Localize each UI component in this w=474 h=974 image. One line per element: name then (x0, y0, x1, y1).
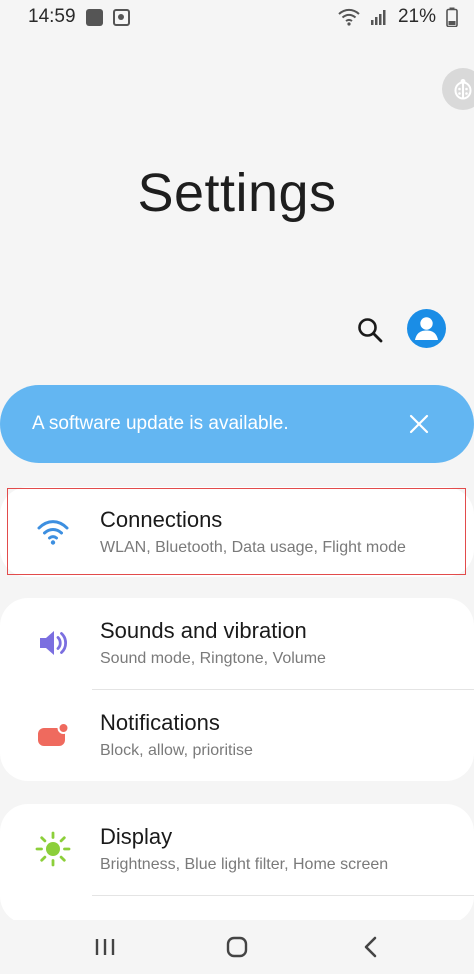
battery-percent: 21% (397, 6, 436, 27)
search-button[interactable] (352, 312, 388, 348)
bug-icon (454, 79, 472, 100)
speaker-icon (34, 624, 72, 662)
settings-screen: 14:59 21% Settings A software update is … (0, 0, 474, 974)
setting-title: Sounds and vibration (100, 618, 307, 643)
notification-icon (34, 716, 72, 754)
status-time: 14:59 (28, 6, 76, 27)
wifi-status-icon (338, 8, 360, 26)
signal-icon (370, 10, 386, 25)
settings-card-display: Display Brightness, Blue light filter, H… (0, 804, 474, 924)
setting-item-sounds[interactable]: Sounds and vibration Sound mode, Rington… (0, 598, 474, 689)
status-bar: 14:59 21% (0, 0, 474, 34)
setting-title: Notifications (100, 710, 220, 735)
recents-button[interactable] (90, 932, 120, 962)
back-icon (364, 936, 377, 958)
home-icon (226, 936, 248, 958)
back-button[interactable] (356, 932, 386, 962)
status-right: 21% (338, 6, 458, 28)
setting-text-notifications: Notifications Block, allow, prioritise (100, 710, 253, 760)
software-update-banner[interactable]: A software update is available. (0, 385, 474, 463)
setting-subtitle: Sound mode, Ringtone, Volume (100, 650, 326, 667)
status-left: 14:59 (28, 6, 130, 28)
setting-title: Connections (100, 507, 223, 532)
setting-item-notifications[interactable]: Notifications Block, allow, prioritise (0, 690, 474, 781)
screenshot-notification-icon (112, 8, 130, 26)
settings-card-sounds-notifications: Sounds and vibration Sound mode, Rington… (0, 598, 474, 781)
recents-icon (95, 939, 115, 955)
setting-subtitle: WLAN, Bluetooth, Data usage, Flight mode (100, 539, 406, 556)
setting-item-display[interactable]: Display Brightness, Blue light filter, H… (0, 804, 474, 895)
setting-text-sounds: Sounds and vibration Sound mode, Rington… (100, 618, 326, 668)
setting-item-connections[interactable]: Connections WLAN, Bluetooth, Data usage,… (0, 487, 474, 577)
floating-helper-button[interactable] (442, 68, 474, 110)
setting-subtitle: Block, allow, prioritise (100, 742, 253, 759)
search-icon (358, 318, 383, 343)
setting-subtitle: Brightness, Blue light filter, Home scre… (100, 856, 389, 873)
profile-button[interactable] (407, 309, 446, 348)
settings-card-connections: Connections WLAN, Bluetooth, Data usage,… (0, 487, 474, 577)
setting-title: Display (100, 824, 173, 849)
banner-close-button[interactable] (404, 409, 434, 439)
divider (92, 895, 474, 896)
wifi-icon (34, 513, 72, 551)
navigation-bar (0, 920, 474, 974)
account-icon (415, 317, 438, 340)
page-title: Settings (137, 163, 337, 223)
setting-text-display: Display Brightness, Blue light filter, H… (100, 824, 388, 874)
setting-text-connections: Connections WLAN, Bluetooth, Data usage,… (100, 507, 406, 557)
close-icon (409, 414, 429, 434)
notification-app-icon (85, 8, 103, 26)
home-button[interactable] (222, 932, 252, 962)
sun-icon (34, 830, 72, 868)
battery-icon (446, 7, 458, 27)
